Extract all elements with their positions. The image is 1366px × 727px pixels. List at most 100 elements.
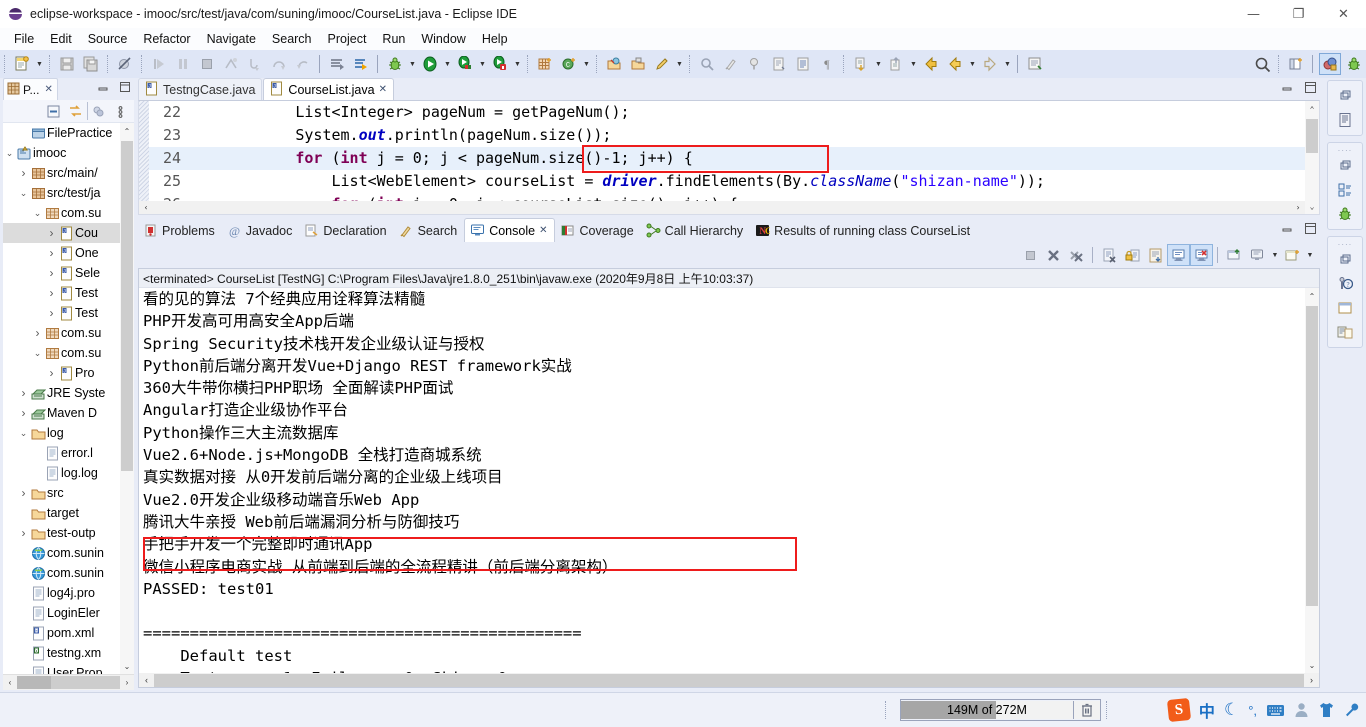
view-menu-dots-icon[interactable]	[110, 102, 130, 120]
new-class-button[interactable]: C	[558, 53, 580, 75]
chevron-right-icon[interactable]: ›	[45, 366, 58, 380]
editor-vertical-scrollbar[interactable]: ⌃ ⌄	[1305, 101, 1319, 214]
editor-maximize-icon[interactable]	[1303, 80, 1317, 94]
bottom-tab-results[interactable]: N G Results of running class CourseList	[750, 219, 977, 242]
console-scroll-thumb[interactable]	[1306, 306, 1318, 606]
snippets-view-icon[interactable]	[1332, 320, 1358, 344]
chevron-right-icon[interactable]: ›	[17, 406, 30, 420]
show-console-on-output-icon[interactable]	[1167, 244, 1190, 266]
heap-status-widget[interactable]: 149M of 272M	[900, 699, 1101, 721]
tree-node[interactable]: › J One	[3, 243, 120, 263]
editor-scroll-left-icon[interactable]: ‹	[139, 203, 153, 212]
tree-scroll-right-icon[interactable]: ›	[120, 675, 134, 690]
tree-node[interactable]: log4j.pro	[3, 583, 120, 603]
back-alt-button[interactable]	[944, 53, 966, 75]
tree-hscroll-track[interactable]	[17, 676, 120, 689]
outline-view-icon[interactable]	[1332, 108, 1358, 132]
editor-scroll-down-icon[interactable]: ⌄	[1305, 198, 1319, 214]
terminate-button[interactable]	[196, 53, 218, 75]
chevron-right-icon[interactable]: ›	[17, 526, 30, 540]
console-scroll-up-icon[interactable]: ⌃	[1305, 288, 1319, 304]
tree-node[interactable]: LoginEler	[3, 603, 120, 623]
bottom-tab-close-icon[interactable]: ✕	[539, 225, 547, 236]
new-wizard-button[interactable]	[11, 53, 33, 75]
console-scroll-left-icon[interactable]: ‹	[139, 675, 154, 685]
menu-project[interactable]: Project	[320, 30, 375, 48]
prev-annotation-arrow[interactable]: ▼	[908, 53, 919, 75]
code-line[interactable]: 23 System.out.println(pageNum.size());	[149, 124, 1305, 147]
task-list-icon[interactable]	[1332, 178, 1358, 202]
tree-node[interactable]: User.Prop	[3, 663, 120, 674]
debug-dropdown-arrow[interactable]: ▼	[407, 53, 418, 75]
step-over-button[interactable]	[268, 53, 290, 75]
chevron-right-icon[interactable]: ›	[31, 326, 44, 340]
suspend-button[interactable]	[172, 53, 194, 75]
marker-button[interactable]	[651, 53, 673, 75]
skip-all-breakpoints-button[interactable]	[326, 53, 348, 75]
code-line[interactable]: 22 List<Integer> pageNum = getPageNum();	[149, 101, 1305, 124]
forward-button[interactable]	[979, 53, 1001, 75]
chevron-down-icon[interactable]: ⌄	[17, 188, 30, 199]
editor-scroll-up-icon[interactable]: ⌃	[1305, 101, 1319, 117]
user-icon[interactable]	[1294, 702, 1309, 718]
code-line[interactable]: 24 for (int j = 0; j < pageNum.size()-1;…	[149, 147, 1305, 170]
run-to-line-button[interactable]	[350, 53, 372, 75]
tree-node[interactable]: › J Sele	[3, 263, 120, 283]
tree-node[interactable]: › J Test	[3, 283, 120, 303]
tree-scroll-down-icon[interactable]: ⌄	[120, 658, 134, 674]
new-editor-window-button[interactable]	[1024, 53, 1046, 75]
search-toolbar-button[interactable]	[696, 53, 718, 75]
remove-all-launches-icon[interactable]	[1065, 244, 1088, 266]
tree-node[interactable]: › src/main/	[3, 163, 120, 183]
new-java-project-button[interactable]	[534, 53, 556, 75]
project-tree[interactable]: FilePractice ⌄ imooc › src/main/⌄ src/test/ja…	[3, 123, 134, 674]
code-lines[interactable]: 22 List<Integer> pageNum = getPageNum();…	[149, 101, 1305, 214]
moon-icon[interactable]: ☾	[1224, 700, 1239, 720]
open-type-button[interactable]	[603, 53, 625, 75]
chevron-right-icon[interactable]: ›	[17, 486, 30, 500]
console-horizontal-scrollbar[interactable]: ‹ ›	[139, 673, 1319, 687]
console-scroll-right-icon[interactable]: ›	[1304, 675, 1319, 685]
terminate-console-icon[interactable]	[1019, 244, 1042, 266]
restore-icon-2[interactable]	[1332, 154, 1358, 178]
restore-icon-3[interactable]	[1332, 248, 1358, 272]
code-line[interactable]: 25 List<WebElement> courseList = driver.…	[149, 170, 1305, 193]
tree-node[interactable]: › test-outp	[3, 523, 120, 543]
tree-node[interactable]: › J Cou	[3, 223, 120, 243]
editor-scroll-right-icon[interactable]: ›	[1291, 203, 1305, 212]
tree-node[interactable]: ⌄ imooc	[3, 143, 120, 163]
new-class-dropdown-arrow[interactable]: ▼	[581, 53, 592, 75]
tree-node[interactable]: ⌄ com.su	[3, 203, 120, 223]
bottom-panel-maximize-icon[interactable]	[1303, 221, 1317, 235]
forward-dropdown-arrow[interactable]: ▼	[1002, 53, 1013, 75]
coverage-button[interactable]	[454, 53, 476, 75]
tree-node[interactable]: ⌄ src/test/ja	[3, 183, 120, 203]
tree-node[interactable]: › J Pro	[3, 363, 120, 383]
tree-node[interactable]: Xtestng.xm	[3, 643, 120, 663]
next-annotation-arrow[interactable]: ▼	[873, 53, 884, 75]
bottom-tab-console[interactable]: Console ✕	[464, 218, 556, 242]
tree-node[interactable]: › com.su	[3, 323, 120, 343]
editor-tab-close-icon[interactable]: ✕	[379, 84, 387, 95]
tree-node[interactable]: › Maven D	[3, 403, 120, 423]
display-selected-console-icon[interactable]	[1246, 244, 1269, 266]
toggle-breakpoint-button[interactable]	[114, 53, 136, 75]
minimize-button[interactable]: —	[1231, 0, 1276, 28]
bottom-tab-javadoc[interactable]: @ Javadoc	[222, 219, 300, 242]
chevron-right-icon[interactable]: ›	[45, 306, 58, 320]
chevron-down-icon[interactable]: ⌄	[31, 348, 44, 359]
window-view-icon[interactable]	[1332, 296, 1358, 320]
console-vertical-scrollbar[interactable]: ⌃ ⌄	[1305, 288, 1319, 673]
prev-annotation-button[interactable]	[885, 53, 907, 75]
bottom-panel-minimize-icon[interactable]	[1280, 221, 1294, 235]
save-button[interactable]	[56, 53, 78, 75]
list-button[interactable]	[792, 53, 814, 75]
scroll-lock-icon[interactable]	[1121, 244, 1144, 266]
tree-vertical-scrollbar[interactable]: ⌃ ⌄	[120, 123, 134, 674]
tree-node[interactable]: FilePractice	[3, 123, 120, 143]
open-perspective-button[interactable]	[1285, 53, 1307, 75]
help-view-icon[interactable]: ?	[1332, 272, 1358, 296]
editor-tab-courselist-java[interactable]: J CourseList.java ✕	[263, 78, 394, 100]
close-button[interactable]: ✕	[1321, 0, 1366, 28]
java-perspective-button[interactable]	[1319, 53, 1341, 75]
